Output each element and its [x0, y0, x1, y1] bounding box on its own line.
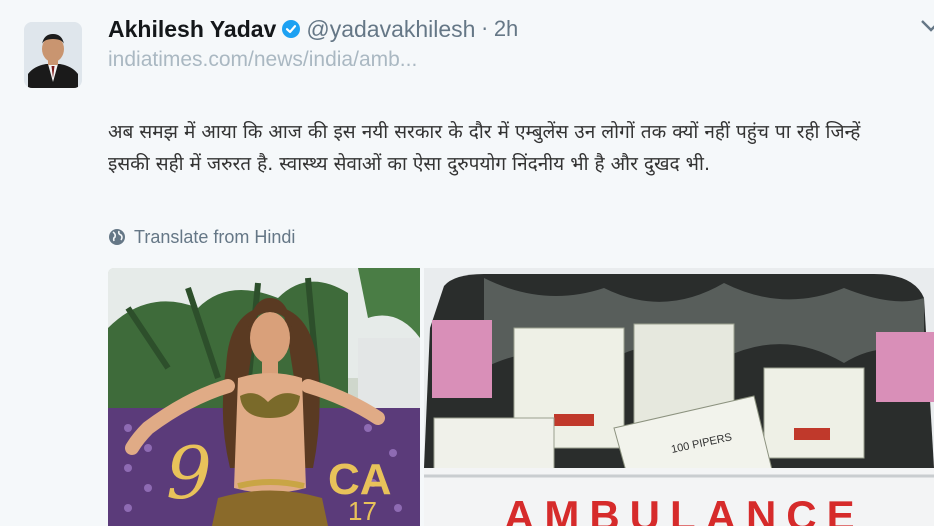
- ambulance-photo-image: 100 PIPERS AMBULANCE: [424, 268, 934, 526]
- translate-button[interactable]: Translate from Hindi: [108, 224, 295, 250]
- stage-logo-nine: 9: [166, 431, 212, 515]
- dancer-photo-image: 9 CA 17: [108, 268, 420, 526]
- avatar[interactable]: [24, 22, 82, 88]
- author-name[interactable]: Akhilesh Yadav: [108, 16, 276, 43]
- author-handle[interactable]: @yadavakhilesh: [306, 16, 475, 43]
- article-link[interactable]: indiatimes.com/news/india/amb...: [108, 48, 417, 72]
- tweet-timestamp[interactable]: 2h: [494, 16, 518, 42]
- avatar-portrait-image: [24, 22, 82, 88]
- pink-panel-left: [432, 320, 492, 398]
- tweet-media[interactable]: 9 CA 17 100 PIPERS AMBULANCE: [108, 268, 934, 526]
- ambulance-lettering: AMBULANCE: [504, 492, 865, 526]
- tweet-header: Akhilesh Yadav @yadavakhilesh · 2h: [108, 14, 518, 44]
- stage-logo-year: 17: [348, 496, 377, 526]
- verified-badge-icon: [282, 20, 301, 38]
- separator-dot: ·: [481, 17, 488, 41]
- media-photo-right[interactable]: 100 PIPERS AMBULANCE: [424, 268, 934, 526]
- chevron-down-icon[interactable]: [920, 18, 934, 32]
- globe-icon: [108, 228, 126, 246]
- translate-label: Translate from Hindi: [134, 226, 296, 247]
- pink-panel-right: [876, 332, 934, 402]
- tweet-text: अब समझ में आया कि आज की इस नयी सरकार के …: [108, 121, 861, 175]
- media-photo-left[interactable]: 9 CA 17: [108, 268, 420, 526]
